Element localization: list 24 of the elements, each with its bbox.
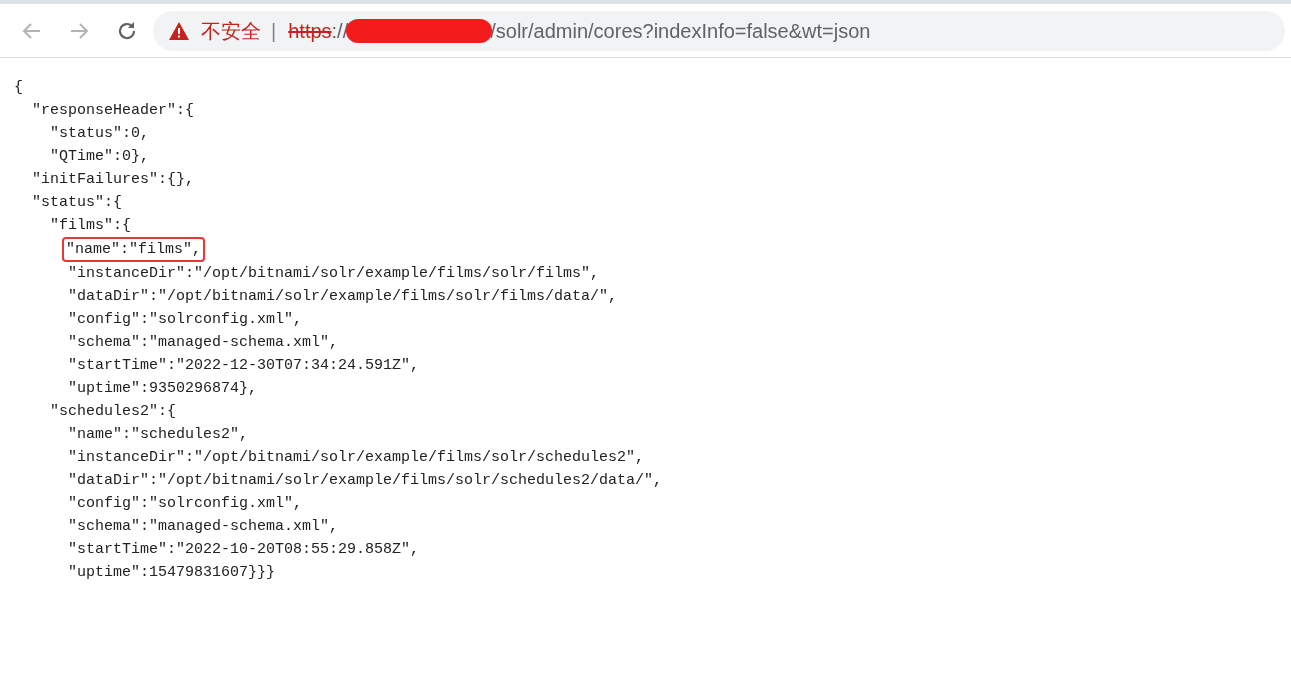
json-line: "name":"schedules2",: [68, 425, 249, 445]
json-line: "films":{: [50, 216, 131, 236]
json-line: "responseHeader":{: [32, 101, 195, 121]
json-line: "QTime":0},: [50, 147, 150, 167]
json-line: "uptime":15479831607}}}: [68, 563, 276, 583]
json-line: "instanceDir":"/opt/bitnami/solr/example/films/solr/films",: [68, 264, 600, 284]
security-label: 不安全: [201, 18, 261, 44]
json-line: "schedules2":{: [50, 402, 177, 422]
json-line: "initFailures":{},: [32, 170, 195, 190]
json-line: "status":0,: [50, 124, 150, 144]
separator: |: [271, 18, 277, 44]
json-line: "dataDir":"/opt/bitnami/solr/example/films/solr/films/data/",: [68, 287, 618, 307]
json-line: "uptime":9350296874},: [68, 379, 258, 399]
json-line: "status":{: [32, 193, 122, 213]
json-line: "config":"solrconfig.xml",: [68, 310, 303, 330]
json-line: "startTime":"2022-12-30T07:34:24.591Z",: [68, 356, 420, 376]
warning-icon: [169, 21, 189, 40]
json-line: {: [14, 78, 23, 98]
json-line: "schema":"managed-schema.xml",: [68, 517, 339, 537]
json-line: "dataDir":"/opt/bitnami/solr/example/films/solr/schedules2/data/",: [68, 471, 663, 491]
json-line: "schema":"managed-schema.xml",: [68, 333, 339, 353]
json-line: "startTime":"2022-10-20T08:55:29.858Z",: [68, 540, 420, 560]
json-line: "instanceDir":"/opt/bitnami/solr/example/films/solr/schedules2",: [68, 448, 645, 468]
json-line: "config":"solrconfig.xml",: [68, 494, 303, 514]
